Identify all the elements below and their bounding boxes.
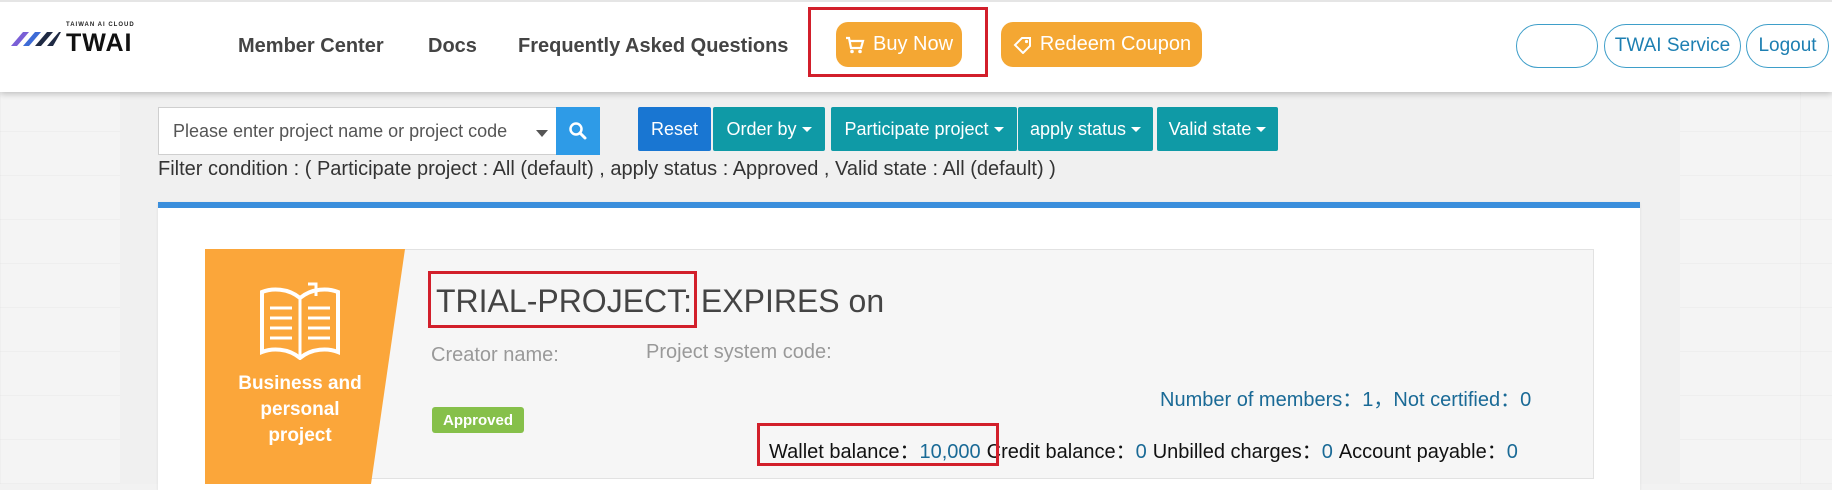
search-icon	[569, 122, 587, 140]
search-button[interactable]	[556, 107, 600, 155]
account-payable-label: Account payable：	[1338, 441, 1507, 463]
cart-icon	[845, 36, 865, 53]
order-by-dropdown[interactable]: Order by	[713, 107, 825, 151]
unbilled-charges-value: 0	[1321, 441, 1333, 463]
credit-balance-label: Credit balance：	[986, 441, 1136, 463]
project-system-code-label: Project system code:	[646, 341, 832, 363]
caret-down-icon	[801, 126, 812, 132]
order-by-label: Order by	[726, 118, 797, 139]
apply-status-label: apply status	[1029, 118, 1127, 139]
caret-down-icon	[1256, 126, 1267, 132]
buy-now-button[interactable]: Buy Now	[836, 22, 962, 67]
logout-label: Logout	[1758, 35, 1817, 56]
members-value: 1	[1362, 389, 1374, 411]
reset-label: Reset	[650, 118, 699, 139]
twai-service-label: TWAI Service	[1614, 35, 1731, 56]
not-certified-value: 0	[1520, 389, 1532, 411]
search-placeholder: Please enter project name or project cod…	[173, 121, 508, 141]
project-expiry: EXPIRES on	[692, 283, 885, 319]
user-account-button[interactable]	[1516, 24, 1598, 68]
stats-separator: ，	[1373, 389, 1394, 411]
creator-name-label: Creator name:	[431, 344, 559, 366]
redeem-coupon-label: Redeem Coupon	[1039, 33, 1192, 55]
wallet-balance-highlight-box	[757, 423, 999, 466]
valid-state-dropdown[interactable]: Valid state	[1157, 107, 1278, 151]
chevron-down-icon[interactable]	[536, 130, 548, 137]
filter-condition-text: Filter condition : ( Participate project…	[158, 158, 1056, 180]
logout-button[interactable]: Logout	[1746, 24, 1829, 68]
caret-down-icon	[1131, 126, 1142, 132]
logo-wordmark: TWAI	[66, 29, 133, 57]
reset-button[interactable]: Reset	[638, 107, 711, 151]
project-search-select[interactable]: Please enter project name or project cod…	[158, 107, 557, 155]
logo-caption: TAIWAN AI CLOUD	[66, 22, 135, 28]
not-certified-label: Not certified：	[1393, 389, 1521, 411]
open-book-icon	[260, 282, 340, 360]
participate-project-label: Participate project	[844, 118, 989, 139]
status-badge: Approved	[432, 407, 524, 433]
nav-docs[interactable]: Docs	[428, 35, 477, 58]
top-navbar: TAIWAN AI CLOUD TWAI Member Center Docs …	[0, 0, 1832, 92]
unbilled-charges-label: Unbilled charges：	[1152, 441, 1322, 463]
nav-faq[interactable]: Frequently Asked Questions	[518, 35, 788, 58]
redeem-coupon-button[interactable]: Redeem Coupon	[1001, 22, 1202, 67]
nav-member-center[interactable]: Member Center	[238, 35, 384, 58]
buy-now-label: Buy Now	[872, 33, 954, 55]
account-payable-value: 0	[1506, 441, 1518, 463]
logo-mark-icon	[11, 32, 61, 46]
members-label: Number of members：	[1160, 389, 1363, 411]
twai-service-button[interactable]: TWAI Service	[1604, 24, 1741, 68]
project-name-highlight-box	[428, 271, 697, 328]
credit-balance-value: 0	[1135, 441, 1147, 463]
valid-state-label: Valid state	[1168, 118, 1252, 139]
members-stats: Number of members：1，Not certified：0	[1160, 383, 1531, 412]
apply-status-dropdown[interactable]: apply status	[1018, 107, 1153, 151]
twai-logo[interactable]: TAIWAN AI CLOUD TWAI	[9, 22, 149, 57]
participate-project-dropdown[interactable]: Participate project	[831, 107, 1017, 151]
caret-down-icon	[993, 126, 1004, 132]
project-category-label: Business and personal project	[238, 373, 362, 446]
ticket-icon	[1013, 36, 1031, 54]
